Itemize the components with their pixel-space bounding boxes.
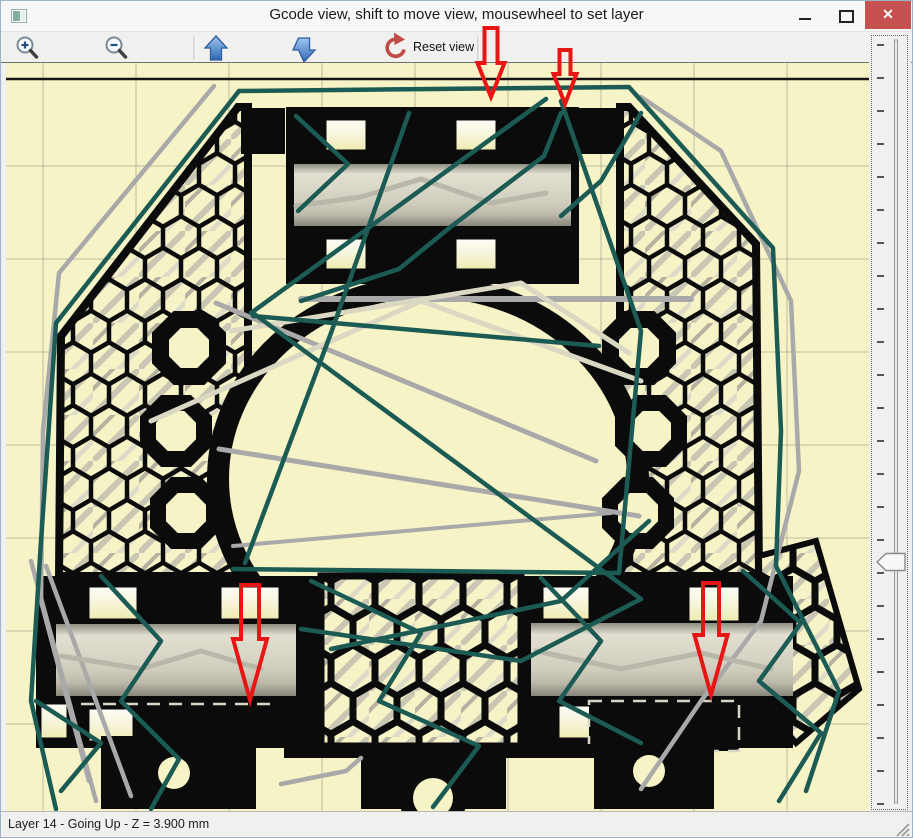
close-button[interactable]: ✕ bbox=[865, 1, 911, 29]
gcode-scene bbox=[6, 63, 869, 811]
down-arrow-icon bbox=[293, 38, 315, 62]
zoom-out-button[interactable] bbox=[107, 38, 126, 58]
resize-grip[interactable] bbox=[894, 821, 910, 837]
up-arrow-icon bbox=[205, 36, 227, 60]
maximize-button[interactable] bbox=[825, 1, 865, 29]
layer-trackbar[interactable] bbox=[869, 34, 911, 811]
toolbar-separator bbox=[194, 36, 195, 60]
bottom-left-block bbox=[36, 576, 321, 748]
trackbar-thumb[interactable] bbox=[877, 554, 905, 571]
layer-up-button[interactable] bbox=[205, 36, 227, 60]
trackbar-ticks bbox=[877, 45, 884, 804]
status-bar: Layer 14 - Going Up - Z = 3.900 mm bbox=[1, 811, 912, 838]
zoom-in-button[interactable] bbox=[18, 38, 37, 58]
window-title: Gcode view, shift to move view, mousewhe… bbox=[1, 6, 912, 23]
minimize-button[interactable] bbox=[785, 1, 825, 29]
magnifier-handle bbox=[120, 51, 126, 58]
magnifier-handle bbox=[31, 51, 37, 58]
reset-view-label: Reset view bbox=[413, 40, 475, 54]
gcode-canvas[interactable] bbox=[6, 63, 869, 811]
toolbar: Reset view bbox=[1, 31, 912, 63]
reset-icon-head bbox=[394, 33, 405, 46]
toolbar-separator bbox=[478, 36, 479, 60]
window-controls: ✕ bbox=[785, 1, 911, 29]
title-bar[interactable]: Gcode view, shift to move view, mousewhe… bbox=[1, 1, 912, 31]
layer-status-text: Layer 14 - Going Up - Z = 3.900 mm bbox=[8, 817, 209, 831]
gcode-viewer-window: Gcode view, shift to move view, mousewhe… bbox=[0, 0, 913, 838]
trackbar-groove bbox=[895, 40, 898, 803]
layer-down-button[interactable] bbox=[293, 38, 315, 62]
reset-view-button[interactable]: Reset view bbox=[387, 33, 475, 57]
